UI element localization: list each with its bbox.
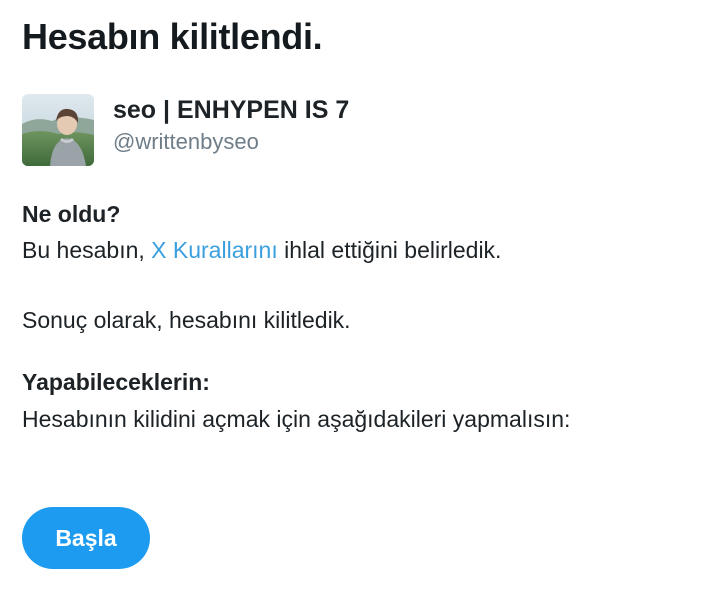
x-rules-link[interactable]: X Kurallarını [151,237,278,263]
profile-photo-icon [22,94,94,166]
violation-text-start: Bu hesabın, [22,237,152,263]
account-card: seo | ENHYPEN IS 7 @writtenbyseo [22,94,349,166]
violation-text: Bu hesabın, X Kurallarını ihlal ettiğini… [22,237,501,264]
result-text: Sonuç olarak, hesabını kilitledik. [22,307,351,333]
page-title: Hesabın kilitlendi. [22,16,323,57]
what-happened-heading: Ne oldu? [22,201,121,227]
unlock-instructions-text: Hesabının kilidini açmak için aşağıdakil… [22,406,571,432]
account-display-name: seo | ENHYPEN IS 7 [113,96,350,124]
violation-text-end: ihlal ettiğini belirledik. [277,237,502,263]
start-button[interactable]: Başla [22,507,150,569]
what-you-can-do-heading: Yapabileceklerin: [22,369,210,395]
account-handle: @writtenbyseo [113,129,259,154]
avatar [22,94,94,166]
